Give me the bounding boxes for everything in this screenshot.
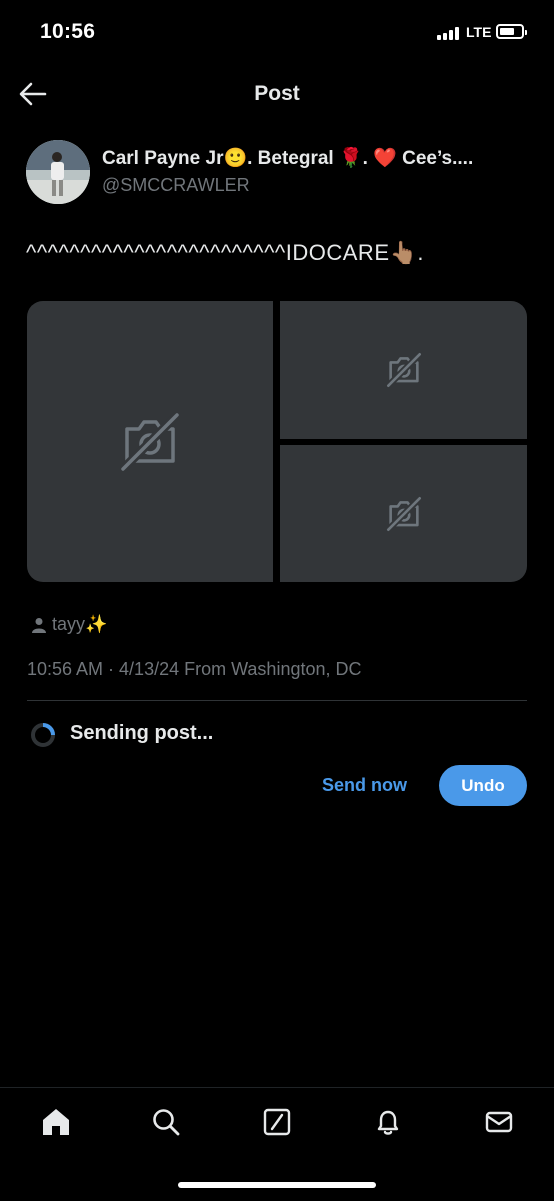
tab-notifications[interactable] [368, 1104, 408, 1140]
status-time: 10:56 [40, 20, 96, 43]
tab-search[interactable] [146, 1104, 186, 1140]
display-name[interactable]: Carl Payne Jr🙂. Betegral 🌹. ❤️ Cee’s.... [102, 146, 473, 170]
mail-icon [485, 1111, 513, 1133]
page-title: Post [254, 82, 300, 105]
signal-icon [437, 26, 459, 40]
post-meta: 10:56 AM · 4/13/24 From Washington, DC [27, 659, 362, 679]
send-now-button[interactable]: Send now [322, 775, 407, 796]
media-grid [27, 301, 527, 582]
search-icon [153, 1109, 180, 1136]
divider [27, 700, 527, 701]
network-type: LTE [466, 24, 492, 40]
battery-icon [496, 24, 527, 39]
home-indicator [178, 1182, 376, 1188]
user-handle[interactable]: @SMCCRAWLER [102, 175, 250, 196]
spinner-icon [31, 723, 55, 747]
bell-icon [377, 1110, 399, 1135]
tagged-user-name: tayy✨ [52, 614, 108, 634]
media-tile-1[interactable] [27, 301, 273, 582]
undo-button[interactable]: Undo [439, 765, 527, 806]
tab-home[interactable] [36, 1104, 76, 1140]
top-bar: Post [0, 64, 554, 124]
tab-messages[interactable] [479, 1104, 519, 1140]
status-bar: 10:56 LTE [0, 0, 554, 64]
media-tile-3[interactable] [280, 445, 527, 582]
avatar[interactable] [26, 140, 90, 204]
home-icon [43, 1109, 69, 1135]
image-unavailable-icon [385, 352, 422, 388]
post-text: ^^^^^^^^^^^^^^^^^^^^^^^^IDOCARE👆🏽. [26, 240, 424, 265]
tagged-users[interactable]: tayy✨ [32, 614, 107, 635]
grok-icon [263, 1108, 291, 1136]
avatar-photo [26, 140, 90, 204]
sending-status: Sending post... [70, 722, 214, 744]
image-unavailable-icon [385, 495, 422, 532]
tab-grok[interactable] [257, 1104, 297, 1140]
person-icon [32, 617, 46, 633]
image-unavailable-icon [119, 411, 181, 472]
media-tile-2[interactable] [280, 301, 527, 439]
